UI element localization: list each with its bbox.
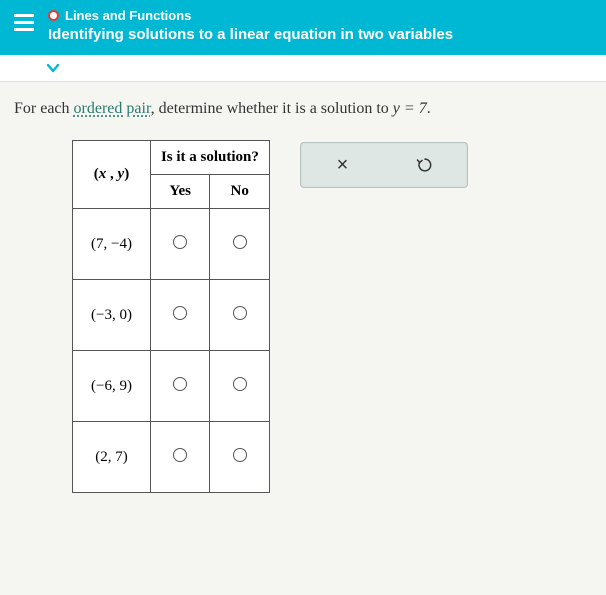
- menu-icon[interactable]: [14, 14, 34, 31]
- ordered-pair-link[interactable]: ordered pair: [74, 100, 151, 117]
- action-panel: ×: [300, 142, 468, 188]
- pair-header: (x , y): [73, 141, 151, 209]
- pair-cell: (7, −4): [73, 209, 151, 280]
- radio-yes[interactable]: [173, 448, 187, 462]
- pair-cell: (2, 7): [73, 422, 151, 493]
- expand-row: [0, 55, 606, 82]
- radio-no[interactable]: [233, 377, 247, 391]
- table-row: (−6, 9): [73, 351, 270, 422]
- solution-table: (x , y) Is it a solution? Yes No (7, −4)…: [72, 140, 270, 493]
- yes-header: Yes: [150, 175, 209, 209]
- record-icon: [48, 10, 59, 21]
- no-header: No: [210, 175, 269, 209]
- radio-no[interactable]: [233, 306, 247, 320]
- reset-button[interactable]: [410, 150, 440, 180]
- close-button[interactable]: ×: [327, 150, 357, 180]
- question-header: Is it a solution?: [150, 141, 269, 175]
- radio-yes[interactable]: [173, 306, 187, 320]
- pair-cell: (−6, 9): [73, 351, 151, 422]
- table-row: (−3, 0): [73, 280, 270, 351]
- prompt-equation: y = 7: [393, 100, 427, 117]
- content-area: For each ordered pair, determine whether…: [0, 82, 606, 493]
- prompt-suffix: .: [427, 100, 431, 117]
- prompt-middle: , determine whether it is a solution to: [151, 100, 393, 117]
- breadcrumb-label: Lines and Functions: [65, 8, 191, 23]
- header-text: Lines and Functions Identifying solution…: [48, 8, 592, 43]
- radio-yes[interactable]: [173, 377, 187, 391]
- radio-yes[interactable]: [173, 235, 187, 249]
- page-title: Identifying solutions to a linear equati…: [48, 26, 592, 43]
- prompt-prefix: For each: [14, 100, 74, 117]
- close-icon: ×: [337, 154, 349, 177]
- app-header: Lines and Functions Identifying solution…: [0, 0, 606, 55]
- prompt-text: For each ordered pair, determine whether…: [14, 100, 592, 118]
- radio-no[interactable]: [233, 448, 247, 462]
- chevron-down-icon[interactable]: [44, 59, 62, 77]
- table-row: (2, 7): [73, 422, 270, 493]
- radio-no[interactable]: [233, 235, 247, 249]
- table-row: (7, −4): [73, 209, 270, 280]
- reset-icon: [415, 155, 435, 175]
- pair-cell: (−3, 0): [73, 280, 151, 351]
- breadcrumb: Lines and Functions: [48, 8, 592, 23]
